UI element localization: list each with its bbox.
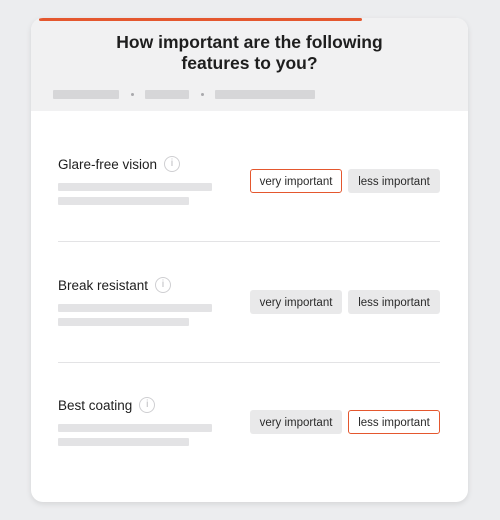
very-important-button[interactable]: very important: [250, 410, 342, 434]
very-important-button[interactable]: very important: [250, 169, 342, 193]
feature-row-best-coating: Best coating i very important less import…: [31, 397, 468, 498]
survey-card: How important are the following features…: [31, 18, 468, 502]
info-icon[interactable]: i: [139, 397, 156, 414]
description-placeholder: [58, 197, 189, 205]
question-title: How important are the following features…: [31, 32, 468, 74]
feature-label: Break resistant i: [58, 277, 172, 294]
question-title-line-1: How important are the following: [116, 32, 383, 52]
description-placeholder: [58, 318, 189, 326]
survey-header: How important are the following features…: [31, 18, 468, 111]
description-placeholder: [58, 304, 212, 312]
info-icon[interactable]: i: [164, 156, 181, 173]
feature-label-text: Glare-free vision: [58, 157, 158, 172]
description-placeholder: [58, 183, 212, 191]
breadcrumb-placeholder-2: [145, 90, 189, 99]
question-title-line-2: features to you?: [181, 53, 318, 73]
description-placeholder: [58, 424, 212, 432]
feature-label-text: Break resistant: [58, 278, 149, 293]
description-placeholder: [58, 438, 189, 446]
less-important-button[interactable]: less important: [348, 169, 440, 193]
less-important-button[interactable]: less important: [348, 410, 440, 434]
info-icon[interactable]: i: [155, 277, 172, 294]
breadcrumb-separator: [201, 93, 204, 96]
feature-label-text: Best coating: [58, 398, 133, 413]
feature-label: Glare-free vision i: [58, 156, 181, 173]
breadcrumb-placeholder-1: [53, 90, 119, 99]
row-divider: [58, 362, 440, 363]
row-divider: [58, 241, 440, 242]
feature-row-break-resistant: Break resistant i very important less imp…: [31, 277, 468, 378]
breadcrumb-separator: [131, 93, 134, 96]
very-important-button[interactable]: very important: [250, 290, 342, 314]
feature-row-glare-free: Glare-free vision i very important less i…: [31, 156, 468, 257]
breadcrumb-placeholder-3: [215, 90, 315, 99]
less-important-button[interactable]: less important: [348, 290, 440, 314]
progress-bar: [39, 18, 362, 21]
feature-label: Best coating i: [58, 397, 156, 414]
